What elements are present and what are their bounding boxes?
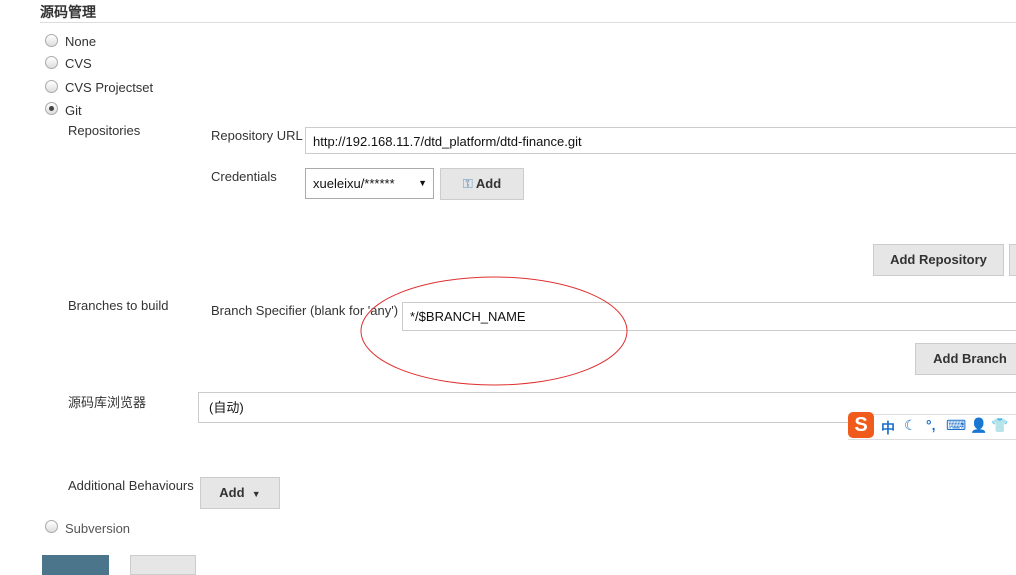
radio-cvs[interactable] — [45, 56, 58, 69]
radio-git[interactable] — [45, 102, 58, 115]
moon-icon[interactable]: ☾ — [904, 417, 917, 434]
radio-label-cvs-projectset[interactable]: CVS Projectset — [65, 80, 153, 95]
save-button[interactable] — [42, 555, 109, 575]
credentials-select[interactable]: xueleixu/****** ▼ — [305, 168, 434, 199]
repositories-label: Repositories — [68, 123, 141, 138]
key-icon: ⚿ — [462, 176, 473, 191]
add-branch-button[interactable]: Add Branch — [915, 343, 1016, 375]
skin-shirt-icon[interactable]: 👕 — [991, 417, 1008, 434]
repo-url-input[interactable]: http://192.168.11.7/dtd_platform/dtd-fin… — [305, 127, 1016, 154]
section-title: 源码管理 — [40, 4, 96, 20]
radio-cvs-projectset[interactable] — [45, 80, 58, 93]
sogou-logo-icon[interactable]: S — [848, 412, 874, 438]
add-credentials-button[interactable]: ⚿ Add — [440, 168, 524, 200]
repo-url-label: Repository URL — [211, 128, 303, 143]
caret-down-icon: ▼ — [251, 489, 261, 499]
annotation-ellipse — [360, 276, 628, 386]
add-behaviour-label: Add — [219, 485, 245, 500]
keyboard-icon[interactable]: ⌨ — [946, 417, 966, 434]
radio-none[interactable] — [45, 34, 58, 47]
radio-subversion[interactable] — [45, 520, 58, 533]
branches-label: Branches to build — [68, 298, 169, 313]
radio-label-cvs[interactable]: CVS — [65, 56, 92, 71]
add-credentials-label: Add — [475, 176, 502, 191]
add-repository-button[interactable]: Add Repository — [873, 244, 1004, 276]
radio-label-none[interactable]: None — [65, 34, 96, 49]
repo-browser-label: 源码库浏览器 — [68, 395, 147, 410]
divider — [40, 22, 1016, 23]
ime-toolbar: S 中 ☾ °, ⌨ 👤 👕 — [848, 412, 1016, 440]
user-icon[interactable]: 👤 — [970, 417, 987, 434]
add-behaviour-button[interactable]: Add ▼ — [200, 477, 280, 509]
chevron-down-icon: ▼ — [418, 178, 427, 188]
radio-label-subversion[interactable]: Subversion — [65, 521, 130, 536]
credentials-value: xueleixu/****** — [313, 176, 395, 191]
apply-button[interactable] — [130, 555, 196, 575]
punctuation-icon[interactable]: °, — [926, 417, 936, 433]
ime-mode-icon[interactable]: 中 — [881, 418, 895, 438]
radio-label-git[interactable]: Git — [65, 103, 82, 118]
delete-repository-button[interactable] — [1009, 244, 1016, 276]
additional-behaviours-label: Additional Behaviours — [68, 478, 194, 493]
credentials-label: Credentials — [211, 169, 277, 184]
